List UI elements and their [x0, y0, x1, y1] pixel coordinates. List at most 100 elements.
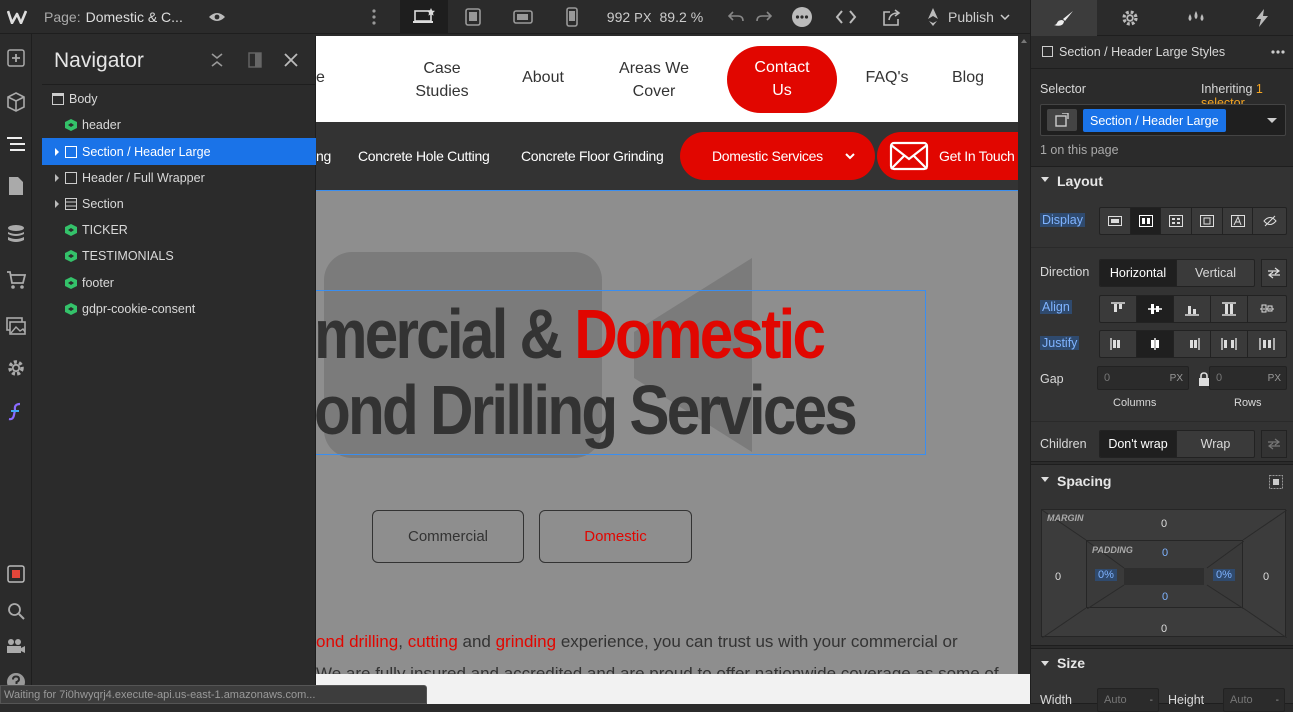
ecommerce-cart-icon[interactable]	[4, 268, 28, 292]
padding-top-value[interactable]: 0	[1159, 547, 1171, 559]
tab-style[interactable]	[1031, 0, 1097, 36]
canvas-scrollbar[interactable]	[1018, 36, 1030, 704]
close-icon[interactable]	[284, 53, 298, 67]
selector-chip[interactable]: Section / Header Large	[1083, 109, 1226, 132]
tab-settings[interactable]	[1097, 0, 1163, 36]
margin-right-value[interactable]: 0	[1260, 571, 1272, 583]
margin-left-value[interactable]: 0	[1052, 571, 1064, 583]
navigator-item-gdpr-cookie-consent[interactable]: gdpr-cookie-consent	[42, 296, 316, 322]
align-baseline-icon[interactable]	[1248, 296, 1286, 322]
padding-bottom-value[interactable]: 0	[1159, 591, 1171, 603]
navigator-icon[interactable]	[0, 132, 32, 156]
tab-interactions[interactable]	[1229, 0, 1293, 36]
search-icon[interactable]	[4, 599, 28, 623]
caret-right-icon[interactable]	[54, 174, 60, 182]
dock-panel-icon[interactable]	[248, 52, 262, 68]
display-flex-icon[interactable]	[1130, 208, 1162, 234]
section-caret-down-icon[interactable]	[1041, 661, 1049, 667]
margin-bottom-value[interactable]: 0	[1158, 623, 1170, 635]
link-grinding[interactable]: grinding	[496, 632, 557, 651]
more-options-icon[interactable]	[1271, 50, 1285, 54]
navigator-item-body[interactable]: Body	[42, 86, 316, 112]
tab-style-manager[interactable]	[1163, 0, 1229, 36]
breakpoint-mobile-icon[interactable]	[548, 0, 596, 34]
justify-end-icon[interactable]	[1174, 331, 1211, 357]
display-block-icon[interactable]	[1100, 208, 1131, 234]
publish-button[interactable]: Publish	[948, 0, 1020, 34]
get-in-touch-button[interactable]: Get In Touch	[877, 132, 1018, 180]
breakpoint-tablet-icon[interactable]	[448, 0, 498, 34]
nav-link-faq[interactable]: FAQ's	[860, 69, 914, 87]
add-elements-icon[interactable]	[4, 46, 28, 70]
domestic-services-dropdown[interactable]: Domestic Services	[680, 132, 875, 180]
display-label[interactable]: Display	[1040, 213, 1085, 227]
justify-space-around-icon[interactable]	[1248, 331, 1286, 357]
link-diamond-drilling[interactable]: ond drilling	[316, 632, 398, 651]
selector-field[interactable]: Section / Header Large	[1040, 104, 1286, 136]
reverse-wrap-icon[interactable]	[1261, 430, 1287, 458]
design-canvas[interactable]: e Case Studies About Areas We Cover Cont…	[316, 36, 1018, 686]
settings-gear-icon[interactable]	[4, 356, 28, 380]
align-center-icon[interactable]	[1137, 296, 1174, 322]
redo-icon[interactable]	[750, 0, 778, 34]
section-caret-down-icon[interactable]	[1041, 177, 1049, 183]
padding-left-value[interactable]: 0%	[1095, 569, 1117, 581]
display-inline-block-icon[interactable]	[1192, 208, 1223, 234]
align-label[interactable]: Align	[1040, 300, 1072, 314]
display-grid-icon[interactable]	[1161, 208, 1193, 234]
navigator-item-testimonials[interactable]: TESTIMONIALS	[42, 243, 316, 269]
chevron-down-icon[interactable]	[1267, 118, 1277, 124]
wrap-button[interactable]: Wrap	[1177, 431, 1254, 457]
nav-link-case-studies[interactable]: Case Studies	[412, 57, 472, 103]
gap-columns-input[interactable]: 0 PX	[1097, 366, 1189, 390]
dont-wrap-button[interactable]: Don't wrap	[1100, 431, 1177, 457]
navigator-item-section[interactable]: Section	[42, 191, 316, 217]
justify-space-between-icon[interactable]	[1211, 331, 1248, 357]
caret-right-icon[interactable]	[54, 200, 60, 208]
scrollbar-up-arrow-icon[interactable]	[1021, 39, 1027, 43]
align-stretch-icon[interactable]	[1211, 296, 1248, 322]
page-selector[interactable]: Page: Domestic & C...	[34, 0, 194, 34]
more-vertical-icon[interactable]	[364, 0, 384, 34]
logic-app-icon[interactable]	[4, 400, 28, 424]
spacing-title[interactable]: Spacing	[1057, 473, 1111, 489]
section-caret-down-icon[interactable]	[1041, 477, 1049, 483]
preview-eye-icon[interactable]	[200, 0, 234, 34]
nav-link-about[interactable]: About	[516, 69, 570, 87]
nav-contact-button[interactable]: Contact Us	[727, 46, 837, 113]
webflow-logo-icon[interactable]	[0, 0, 34, 34]
breakpoint-landscape-icon[interactable]	[498, 0, 548, 34]
spacing-preset-icon[interactable]	[1269, 475, 1283, 489]
size-title[interactable]: Size	[1057, 655, 1085, 671]
align-end-icon[interactable]	[1174, 296, 1211, 322]
nav-link-areas[interactable]: Areas We Cover	[614, 57, 694, 103]
justify-label[interactable]: Justify	[1040, 336, 1080, 350]
padding-right-value[interactable]: 0%	[1213, 569, 1235, 581]
subnav-link-hole-cutting[interactable]: Concrete Hole Cutting	[358, 148, 490, 164]
domestic-button[interactable]: Domestic	[539, 510, 692, 563]
share-icon[interactable]	[872, 0, 912, 34]
navigator-item-section-header-large[interactable]: Section / Header Large	[42, 138, 316, 165]
navigator-item-header[interactable]: header	[42, 112, 316, 138]
selector-state-icon[interactable]	[1047, 109, 1077, 131]
height-input[interactable]: Auto -	[1223, 688, 1285, 712]
navigator-item-footer[interactable]: footer	[42, 270, 316, 296]
align-start-icon[interactable]	[1100, 296, 1137, 322]
breakpoint-desktop-icon[interactable]	[400, 0, 448, 34]
display-inline-icon[interactable]	[1223, 208, 1254, 234]
navigator-item-header-full-wrapper[interactable]: Header / Full Wrapper	[42, 165, 316, 191]
commercial-button[interactable]: Commercial	[372, 510, 524, 563]
navigator-item-ticker[interactable]: TICKER	[42, 217, 316, 243]
margin-top-value[interactable]: 0	[1158, 518, 1170, 530]
justify-center-icon[interactable]	[1137, 331, 1174, 357]
comments-icon[interactable]	[786, 0, 818, 34]
publish-rocket-icon[interactable]	[918, 0, 948, 34]
undo-icon[interactable]	[722, 0, 750, 34]
nav-link-blog[interactable]: Blog	[946, 69, 990, 87]
reverse-direction-icon[interactable]	[1261, 259, 1287, 287]
direction-vertical-button[interactable]: Vertical	[1177, 260, 1254, 286]
symbols-cube-icon[interactable]	[4, 90, 28, 114]
display-none-icon[interactable]	[1253, 208, 1286, 234]
gap-rows-unit[interactable]: PX	[1268, 373, 1281, 384]
justify-start-icon[interactable]	[1100, 331, 1137, 357]
